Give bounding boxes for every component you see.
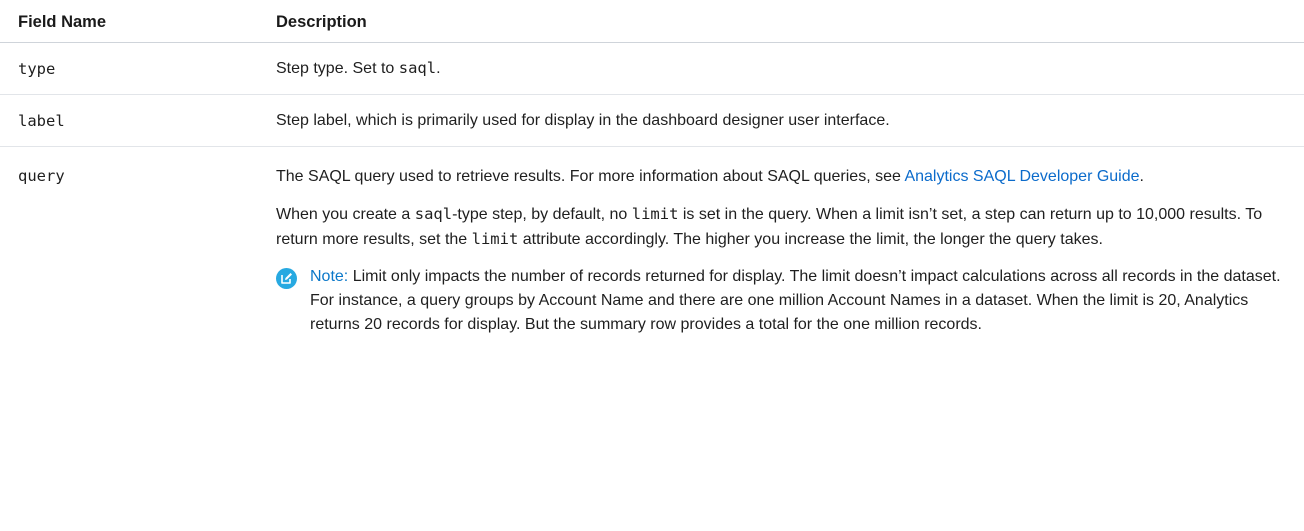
type-desc-code: saql <box>398 59 437 77</box>
table-row-query: query The SAQL query used to retrieve re… <box>0 147 1304 337</box>
saql-guide-link[interactable]: Analytics SAQL Developer Guide <box>904 168 1139 185</box>
type-desc-text: Step type. Set to <box>276 60 399 77</box>
table-row-label: label Step label, which is primarily use… <box>0 95 1304 147</box>
type-desc-end: . <box>436 60 441 77</box>
field-name-cell: label <box>0 95 276 146</box>
note-text: Limit only impacts the number of records… <box>310 268 1281 333</box>
query-p2-code-limit: limit <box>631 205 679 223</box>
field-name-type: type <box>18 59 56 78</box>
query-p1-text: The SAQL query used to retrieve results.… <box>276 168 905 185</box>
description-cell: Step type. Set to saql. <box>276 43 1304 94</box>
table-header-row: Field Name Description <box>0 0 1304 43</box>
note-callout: Note: Limit only impacts the number of r… <box>276 265 1290 337</box>
label-desc: Step label, which is primarily used for … <box>276 111 890 129</box>
description-cell: Step label, which is primarily used for … <box>276 95 1304 146</box>
field-name-query: query <box>18 167 65 185</box>
note-label: Note: <box>310 268 349 285</box>
header-field-name: Field Name <box>18 12 107 31</box>
description-cell: The SAQL query used to retrieve results.… <box>276 147 1304 337</box>
query-p2-code-saql: saql <box>414 205 453 223</box>
table-row-type: type Step type. Set to saql. <box>0 43 1304 95</box>
edit-note-icon <box>276 268 297 289</box>
query-paragraph-2: When you create a saql-type step, by def… <box>276 202 1290 252</box>
query-p2-a: When you create a <box>276 206 415 223</box>
field-name-label: label <box>18 111 65 130</box>
query-p2-d: attribute accordingly. The higher you in… <box>518 231 1103 248</box>
query-paragraph-1: The SAQL query used to retrieve results.… <box>276 165 1290 189</box>
field-name-cell: query <box>0 147 276 337</box>
field-table: Field Name Description type Step type. S… <box>0 0 1304 337</box>
query-p1-end: . <box>1139 168 1144 185</box>
header-description: Description <box>276 12 367 31</box>
field-name-cell: type <box>0 43 276 94</box>
query-p2-b: -type step, by default, no <box>452 206 632 223</box>
note-body: Note: Limit only impacts the number of r… <box>310 265 1290 337</box>
query-p2-code-limit-attr: limit <box>471 230 519 248</box>
